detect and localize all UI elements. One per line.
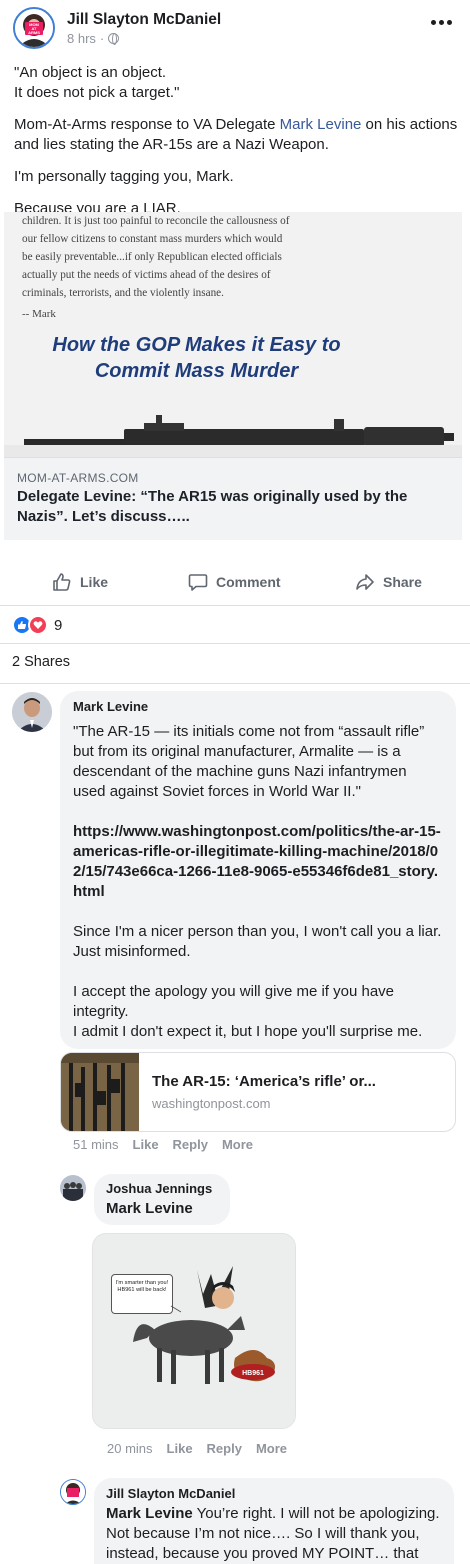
comment-text: "The AR-15 — its initials come not from … [73, 723, 443, 1040]
post-header: MOM AT ARMS Jill Slayton McDaniel 8 hrs … [0, 0, 470, 58]
mom-at-arms-logo-icon [61, 1480, 85, 1504]
link-preview-image[interactable]: children. It is just too painful to reco… [4, 212, 462, 457]
more-options-icon[interactable] [431, 20, 452, 25]
jill-comment-bubble: Jill Slayton McDaniel Mark Levine You’re… [94, 1478, 454, 1564]
washingtonpost-link-card[interactable]: The AR-15: ‘America’s rifle’ or... washi… [60, 1052, 456, 1132]
link-card-domain: washingtonpost.com [152, 1096, 271, 1111]
divider [0, 683, 470, 684]
joshua-jennings-comment-bubble: Joshua Jennings Mark Levine [94, 1174, 230, 1225]
thumbs-up-icon [53, 573, 71, 591]
washingtonpost-link[interactable]: https://www.washingtonpost.com/politics/… [73, 822, 443, 902]
like-label: Like [80, 574, 109, 590]
rifle-icon [4, 415, 462, 457]
share-arrow-icon [356, 574, 374, 590]
link-card-title: The AR-15: ‘America’s rifle’ or... [152, 1073, 376, 1090]
svg-text:HB961: HB961 [242, 1370, 264, 1377]
comment-icon [188, 574, 208, 591]
comment-actions: 51 mins Like Reply More [73, 1137, 253, 1152]
meta-separator: · [99, 31, 105, 46]
globe-icon [108, 33, 120, 45]
group-photo-icon [60, 1175, 86, 1201]
divider [0, 643, 470, 644]
person-photo-icon [12, 692, 52, 732]
commenter-name[interactable]: Jill Slayton McDaniel [106, 1486, 442, 1501]
mention-mark-levine[interactable]: Mark Levine [106, 1505, 193, 1522]
comment-label: Comment [216, 574, 281, 590]
post-quote-line-1: "An object is an object. [14, 64, 167, 81]
comment-more-link[interactable]: More [256, 1441, 287, 1456]
author-name[interactable]: Jill Slayton McDaniel [67, 11, 221, 29]
commenter-name[interactable]: Joshua Jennings [106, 1181, 218, 1196]
mark-levine-comment-bubble: Mark Levine "The AR-15 — its initials co… [60, 691, 456, 1049]
comment-actions: 20 mins Like Reply More [107, 1441, 287, 1456]
preview-quote: children. It is just too painful to reco… [22, 215, 290, 299]
comment-like-link[interactable]: Like [133, 1137, 159, 1152]
mention-mark-levine[interactable]: Mark Levine [106, 1199, 218, 1219]
jill-avatar[interactable] [60, 1479, 86, 1505]
like-button[interactable]: Like [52, 572, 108, 592]
comment-time[interactable]: 51 mins [73, 1137, 119, 1152]
comment-like-link[interactable]: Like [167, 1441, 193, 1456]
love-reaction-icon [28, 615, 48, 635]
comment-reply-link[interactable]: Reply [173, 1137, 208, 1152]
share-button[interactable]: Share [355, 572, 422, 592]
preview-signature: -- Mark [22, 308, 56, 320]
joshua-jennings-avatar[interactable] [60, 1175, 86, 1201]
post-meta: 8 hrs · [67, 31, 120, 46]
reactions-count: 9 [54, 616, 63, 634]
post-action-bar: Like Comment Share [0, 560, 470, 606]
mention-mark-levine[interactable]: Mark Levine [280, 116, 362, 133]
comment-time[interactable]: 20 mins [107, 1441, 153, 1456]
reactions-summary[interactable]: 9 [12, 614, 62, 636]
comment-more-link[interactable]: More [222, 1137, 253, 1152]
link-domain: MOM-AT-ARMS.COM [17, 471, 139, 485]
shares-count[interactable]: 2 Shares [12, 654, 70, 670]
link-title[interactable]: Delegate Levine: “The AR15 was originall… [17, 487, 447, 527]
author-avatar[interactable]: MOM AT ARMS [13, 7, 55, 49]
post-tagging-text: I'm personally tagging you, Mark. [14, 168, 234, 185]
comment-text: Mark Levine You’re right. I will not be … [106, 1505, 440, 1562]
share-label: Share [383, 574, 422, 590]
preview-headline: How the GOP Makes it Easy to Commit Mass… [52, 334, 341, 382]
donkey-cartoon-icon: HB961 [133, 1266, 275, 1384]
link-caption[interactable]: MOM-AT-ARMS.COM Delegate Levine: “The AR… [4, 457, 462, 540]
mark-levine-avatar[interactable] [12, 692, 52, 732]
commenter-name[interactable]: Mark Levine [73, 699, 443, 714]
donkey-meme-image[interactable]: I'm smarter than you! HB961 will be back… [92, 1233, 296, 1429]
post-text: "An object is an object. It does not pic… [14, 63, 459, 225]
rifles-thumbnail [61, 1053, 139, 1131]
comment-reply-link[interactable]: Reply [207, 1441, 242, 1456]
post-time[interactable]: 8 hrs [67, 31, 96, 46]
post-quote-line-2: It does not pick a target." [14, 84, 180, 101]
post-response-text: Mom-At-Arms response to VA Delegate [14, 116, 280, 133]
svg-text:ARMS: ARMS [28, 30, 40, 35]
comment-button[interactable]: Comment [188, 572, 281, 592]
mom-at-arms-logo-icon: MOM AT ARMS [15, 9, 53, 47]
